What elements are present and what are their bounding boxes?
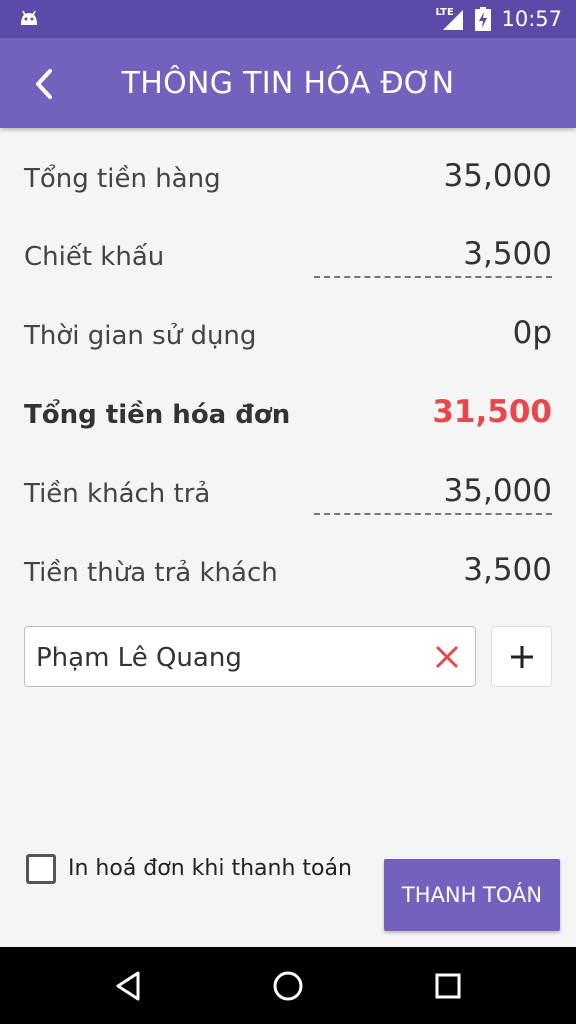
subtotal-label: Tổng tiền hàng (24, 164, 221, 194)
print-invoice-checkbox[interactable] (26, 854, 56, 884)
lte-signal-icon: LTE (435, 7, 465, 31)
status-bar: LTE 10:57 (0, 0, 576, 38)
discount-row: Chiết khấu 3,500 (24, 228, 552, 278)
nav-back-icon (116, 971, 140, 1000)
change-value: 3,500 (463, 552, 552, 588)
app-bar: THÔNG TIN HÓA ĐƠN (0, 38, 576, 128)
nav-home-button[interactable] (248, 947, 328, 1024)
android-notification-icon (21, 10, 37, 25)
customer-paid-row: Tiền khách trả 35,000 (24, 465, 552, 515)
nav-recents-icon (435, 973, 461, 998)
total-value: 31,500 (432, 394, 552, 430)
change-row: Tiền thừa trả khách 3,500 (24, 544, 552, 594)
close-icon[interactable] (431, 641, 463, 673)
change-label: Tiền thừa trả khách (24, 558, 278, 588)
customer-name: Phạm Lê Quang (36, 643, 242, 673)
customer-paid-label: Tiền khách trả (24, 479, 211, 509)
discount-input[interactable]: 3,500 (314, 228, 552, 278)
navigation-bar (0, 947, 576, 1024)
total-row: Tổng tiền hóa đơn 31,500 (24, 386, 552, 436)
add-customer-button[interactable] (491, 626, 552, 687)
plus-icon (510, 645, 533, 668)
battery-charging-icon (475, 7, 492, 31)
customer-field[interactable]: Phạm Lê Quang (24, 626, 476, 687)
usage-time-row: Thời gian sử dụng 0p (24, 307, 552, 357)
print-invoice-label: In hoá đơn khi thanh toán (68, 856, 352, 881)
discount-label: Chiết khấu (24, 242, 165, 272)
subtotal-row: Tổng tiền hàng 35,000 (24, 150, 552, 200)
clock: 10:57 (501, 7, 562, 31)
total-label: Tổng tiền hóa đơn (24, 400, 291, 430)
usage-time-value: 0p (512, 315, 552, 351)
usage-time-label: Thời gian sử dụng (24, 321, 257, 351)
nav-home-icon (273, 971, 303, 1000)
nav-back-button[interactable] (88, 947, 168, 1024)
nav-recents-button[interactable] (408, 947, 488, 1024)
customer-paid-input[interactable]: 35,000 (314, 465, 552, 515)
page-title: THÔNG TIN HÓA ĐƠN (121, 66, 455, 101)
pay-button[interactable]: THANH TOÁN (384, 859, 560, 931)
subtotal-value: 35,000 (443, 158, 552, 194)
